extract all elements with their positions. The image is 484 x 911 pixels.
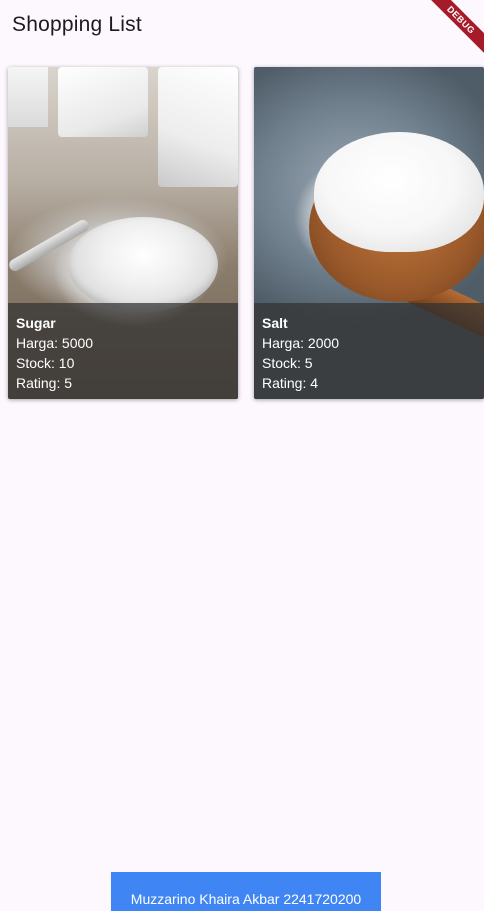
product-info-overlay: Salt Harga: 2000 Stock: 5 Rating: 4 — [254, 303, 484, 399]
product-rating: Rating: 4 — [262, 375, 319, 391]
product-rating: Rating: 5 — [16, 375, 73, 391]
product-price: Harga: 5000 — [16, 335, 94, 351]
footer-banner: Muzzarino Khaira Akbar 2241720200 — [111, 872, 381, 911]
product-stock: Stock: 10 — [16, 355, 75, 371]
product-info-overlay: Sugar Harga: 5000 Stock: 10 Rating: 5 — [8, 303, 238, 399]
footer-text: Muzzarino Khaira Akbar 2241720200 — [130, 891, 362, 907]
product-stock: Stock: 5 — [262, 355, 313, 371]
app-bar: Shopping List — [0, 0, 484, 54]
product-name: Sugar — [16, 315, 56, 331]
product-price: Harga: 2000 — [262, 335, 340, 351]
page-title: Shopping List — [12, 13, 142, 36]
product-name: Salt — [262, 315, 288, 331]
product-card[interactable]: Salt Harga: 2000 Stock: 5 Rating: 4 — [254, 67, 484, 399]
product-card[interactable]: Sugar Harga: 5000 Stock: 10 Rating: 5 — [8, 67, 238, 399]
